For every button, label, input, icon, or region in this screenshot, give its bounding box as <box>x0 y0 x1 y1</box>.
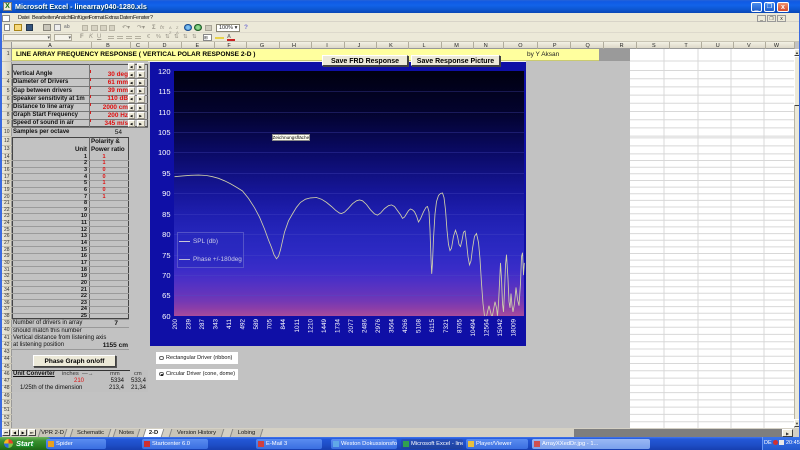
svg-text:589: 589 <box>253 319 260 330</box>
svg-text:2976: 2976 <box>375 319 382 334</box>
svg-text:7321: 7321 <box>443 319 450 334</box>
svg-text:705: 705 <box>267 319 274 330</box>
svg-text:1210: 1210 <box>307 319 314 334</box>
svg-text:411: 411 <box>226 319 233 330</box>
svg-text:15042: 15042 <box>497 319 504 337</box>
svg-text:12564: 12564 <box>484 319 491 337</box>
svg-text:287: 287 <box>199 319 206 330</box>
svg-text:8765: 8765 <box>456 319 463 334</box>
svg-text:844: 844 <box>280 319 287 330</box>
svg-text:6115: 6115 <box>429 319 436 333</box>
svg-text:10494: 10494 <box>470 319 477 337</box>
svg-text:492: 492 <box>240 319 247 330</box>
svg-text:239: 239 <box>185 319 192 330</box>
svg-text:4266: 4266 <box>402 319 409 334</box>
svg-text:200: 200 <box>172 319 179 330</box>
svg-text:2486: 2486 <box>362 319 369 334</box>
svg-text:18009: 18009 <box>511 319 518 337</box>
svg-text:1011: 1011 <box>294 319 301 333</box>
svg-text:2077: 2077 <box>348 319 355 334</box>
svg-text:5108: 5108 <box>416 319 423 334</box>
svg-text:3564: 3564 <box>389 319 396 334</box>
svg-text:343: 343 <box>213 319 220 330</box>
svg-text:1449: 1449 <box>321 319 328 334</box>
svg-text:1734: 1734 <box>334 319 341 334</box>
